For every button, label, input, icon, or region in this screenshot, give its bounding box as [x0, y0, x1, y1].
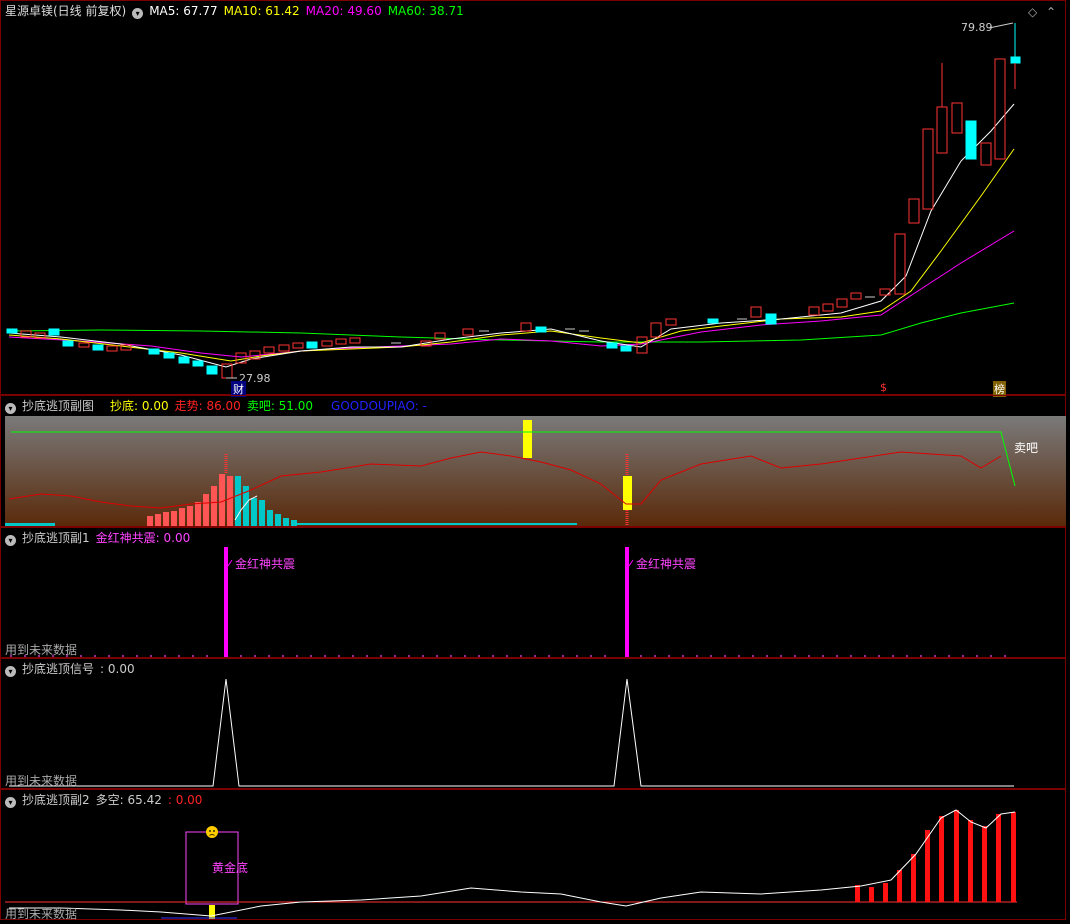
ma60-value: MA60: 38.71: [387, 4, 464, 18]
sub1-chart[interactable]: [1, 396, 1067, 528]
sub2-title: 抄底逃顶副1: [22, 531, 90, 545]
sub3-value: : 0.00: [100, 662, 135, 676]
sub2-toggle-icon[interactable]: ▾: [5, 535, 16, 546]
chaodi-value: 抄底: 0.00: [110, 399, 169, 413]
goodou-value: GOODOUPIAO: -: [331, 399, 427, 413]
sub-chart-3[interactable]: ▾ 抄底逃顶信号 : 0.00 用到未来数据: [0, 658, 1066, 789]
main-chart-panel[interactable]: ◇ ⌃ 星源卓镁(日线 前复权) ▾ MA5: 67.77 MA10: 61.42 MA…: [0, 0, 1067, 397]
right-edge: [1066, 0, 1070, 924]
dot-row: [10, 655, 1006, 657]
sub3-watermark: 用到未来数据: [5, 774, 78, 788]
sub4-watermark: 用到未来数据: [5, 907, 78, 921]
maiba-value: 卖吧: 51.00: [246, 399, 314, 413]
maiba-label: 卖吧: [1014, 441, 1039, 455]
sub2-value: 金红神共震: 0.00: [95, 531, 191, 545]
settings-toggle-icon[interactable]: ▾: [132, 8, 144, 19]
signal-line: [9, 678, 1014, 787]
chart-title: 星源卓镁(日线 前复权): [5, 4, 127, 18]
ma10-value: MA10: 61.42: [223, 4, 300, 18]
ma60-line: [8, 302, 1015, 343]
ma20-value: MA20: 49.60: [305, 4, 382, 18]
sub2-watermark: 用到未来数据: [5, 643, 78, 657]
ma5-value: MA5: 67.77: [149, 4, 218, 18]
sub1-title: 抄底逃顶副图: [22, 399, 95, 413]
sub4-title: 抄底逃顶副2: [22, 793, 90, 807]
candlestick-chart[interactable]: ◇ ⌃: [1, 1, 1067, 396]
sub-chart-2[interactable]: ▾ 抄底逃顶副1 金红神共震: 0.00 金红神共震 金红神共震 用到未来数据: [0, 527, 1066, 658]
candles[interactable]: [6, 23, 1021, 379]
sub1-toggle-icon[interactable]: ▾: [5, 403, 16, 414]
sub-chart-4[interactable]: ▾ 抄底逃顶副2 多空: 65.42 : 0.00 黄金底 用到未来数据: [0, 789, 1067, 921]
diamond-icon: ◇: [1028, 5, 1038, 19]
sub3-title: 抄底逃顶信号: [22, 662, 95, 676]
sub3-header: ▾ 抄底逃顶信号 : 0.00: [5, 661, 141, 677]
sub4-toggle-icon[interactable]: ▾: [5, 797, 16, 808]
duokong-value: 多空: 65.42: [95, 793, 162, 807]
sub4-value: : 0.00: [167, 793, 203, 807]
ma20-line: [8, 230, 1015, 358]
red-bars: [855, 810, 1016, 902]
ma10-line: [8, 148, 1015, 362]
gold-bottom-label: 黄金底: [212, 861, 249, 875]
sad-face-icon: [206, 826, 218, 838]
sub3-chart[interactable]: [1, 659, 1067, 790]
signal-label-2: 金红神共震: [636, 557, 697, 571]
duokong-line: [9, 809, 1016, 917]
sub2-header: ▾ 抄底逃顶副1 金红神共震: 0.00: [5, 530, 196, 546]
marker-dollar[interactable]: $: [880, 381, 887, 394]
high-price-label: 79.89: [961, 21, 993, 34]
zoushi-value: 走势: 86.00: [174, 399, 241, 413]
sub1-header: ▾ 抄底逃顶副图 抄底: 0.00 走势: 86.00 卖吧: 51.00 GOODOUP…: [5, 398, 433, 414]
sub4-chart[interactable]: [1, 790, 1067, 921]
ma5-line: [8, 103, 1015, 368]
sub4-header: ▾ 抄底逃顶副2 多空: 65.42 : 0.00: [5, 792, 208, 808]
expand-icon: ⌃: [1046, 5, 1056, 19]
main-header: 星源卓镁(日线 前复权) ▾ MA5: 67.77 MA10: 61.42 MA20: …: [5, 3, 470, 19]
sub-chart-1[interactable]: ▾ 抄底逃顶副图 抄底: 0.00 走势: 86.00 卖吧: 51.00 GOODOUP…: [0, 395, 1066, 527]
signal-label-1: 金红神共震: [235, 557, 296, 571]
sub3-toggle-icon[interactable]: ▾: [5, 666, 16, 677]
sub2-chart[interactable]: [1, 528, 1067, 659]
